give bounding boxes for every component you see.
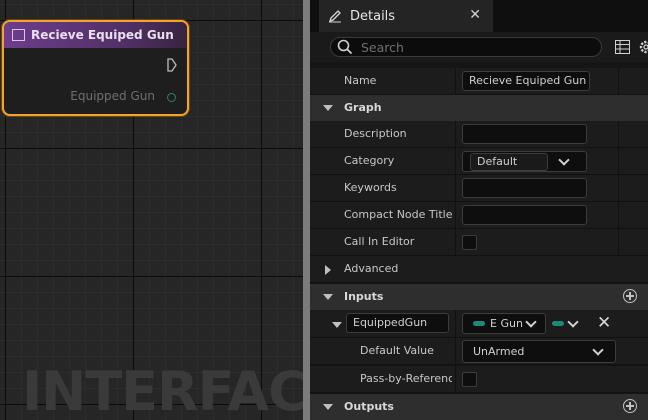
inputs-section-label: Inputs: [344, 290, 384, 303]
expand-arrow-icon: [332, 322, 342, 328]
search-input[interactable]: [359, 38, 583, 56]
chevron-down-icon: [558, 154, 570, 166]
outputs-section-header[interactable]: Outputs: [310, 394, 648, 420]
container-type-dropdown[interactable]: [550, 313, 582, 334]
input-parameter-row: EquippedGun E Gun ✕: [310, 310, 648, 338]
keywords-row: Keywords: [310, 175, 648, 202]
category-value[interactable]: Default: [470, 153, 548, 171]
event-node[interactable]: Recieve Equiped Gun Equipped Gun: [2, 20, 189, 116]
tab-bar: Details ✕: [310, 0, 648, 32]
name-label: Name: [344, 74, 377, 87]
table-view-icon[interactable]: [615, 40, 630, 54]
tab-details[interactable]: Details ✕: [319, 0, 493, 32]
chevron-down-icon: [567, 316, 579, 328]
remove-input-icon[interactable]: ✕: [597, 313, 611, 333]
graph-type-watermark: INTERFACE: [22, 360, 303, 420]
tab-label: Details: [350, 8, 396, 24]
add-output-icon[interactable]: [623, 399, 637, 413]
param-name-field[interactable]: EquippedGun: [346, 313, 449, 333]
details-panel: Details ✕ Name Recieve Equiped Gun: [310, 0, 648, 420]
exec-output-pin-icon[interactable]: [167, 58, 177, 72]
collapsed-arrow-icon: [325, 265, 331, 275]
panel-splitter[interactable]: [303, 0, 310, 420]
graph-section-label: Graph: [344, 101, 382, 114]
inputs-section-header[interactable]: Inputs: [310, 284, 648, 310]
search-icon: [337, 39, 353, 55]
chevron-down-icon: [592, 344, 604, 356]
node-title: Recieve Equiped Gun: [31, 28, 174, 42]
name-row: Name Recieve Equiped Gun: [310, 68, 648, 95]
default-value-row: Default Value UnArmed: [310, 338, 648, 365]
search-box[interactable]: [330, 37, 602, 57]
compact-title-field[interactable]: [462, 205, 587, 225]
call-in-editor-label: Call In Editor: [344, 235, 415, 248]
category-label: Category: [344, 154, 395, 167]
compact-title-label: Compact Node Title: [344, 208, 453, 221]
default-value-combobox[interactable]: UnArmed: [462, 340, 616, 363]
description-row: Description: [310, 121, 648, 148]
pass-by-ref-label: Pass-by-Reference: [360, 372, 452, 385]
name-field[interactable]: Recieve Equiped Gun: [462, 71, 590, 91]
compact-title-row: Compact Node Title: [310, 202, 648, 229]
graph-canvas[interactable]: INTERFACE Recieve Equiped Gun Equipped G…: [0, 0, 303, 420]
call-in-editor-row: Call In Editor: [310, 229, 648, 256]
param-type-label: E Gun: [490, 317, 523, 330]
node-pin-label: Equipped Gun: [70, 89, 155, 103]
description-label: Description: [344, 127, 407, 140]
search-row: [310, 32, 648, 62]
enum-type-icon: [552, 321, 564, 326]
pass-by-ref-checkbox[interactable]: [462, 372, 477, 387]
graph-section-header[interactable]: Graph: [310, 95, 648, 121]
interface-event-icon: [12, 29, 25, 41]
add-input-icon[interactable]: [623, 289, 637, 303]
enum-type-icon: [473, 321, 485, 326]
param-type-combobox[interactable]: E Gun: [462, 313, 546, 334]
advanced-label: Advanced: [344, 262, 399, 275]
expand-arrow-icon: [323, 294, 333, 300]
expand-arrow-icon: [323, 404, 333, 410]
outputs-section-label: Outputs: [344, 400, 394, 413]
enum-output-pin-icon[interactable]: [167, 93, 176, 102]
default-value-label: Default Value: [360, 344, 434, 357]
pencil-icon: [328, 10, 341, 23]
keywords-field[interactable]: [462, 178, 587, 198]
pass-by-ref-row: Pass-by-Reference: [310, 366, 648, 393]
call-in-editor-checkbox[interactable]: [462, 235, 477, 250]
chevron-down-icon: [525, 316, 537, 328]
gear-icon[interactable]: [638, 39, 648, 55]
default-value-text: UnArmed: [473, 345, 525, 358]
advanced-row[interactable]: Advanced: [310, 256, 648, 283]
close-tab-icon[interactable]: ✕: [469, 7, 481, 23]
category-row: Category Default: [310, 148, 648, 175]
keywords-label: Keywords: [344, 181, 397, 194]
category-combobox[interactable]: Default: [462, 151, 587, 172]
node-header[interactable]: Recieve Equiped Gun: [4, 22, 187, 48]
expand-arrow-icon: [323, 105, 333, 111]
description-field[interactable]: [462, 124, 587, 144]
